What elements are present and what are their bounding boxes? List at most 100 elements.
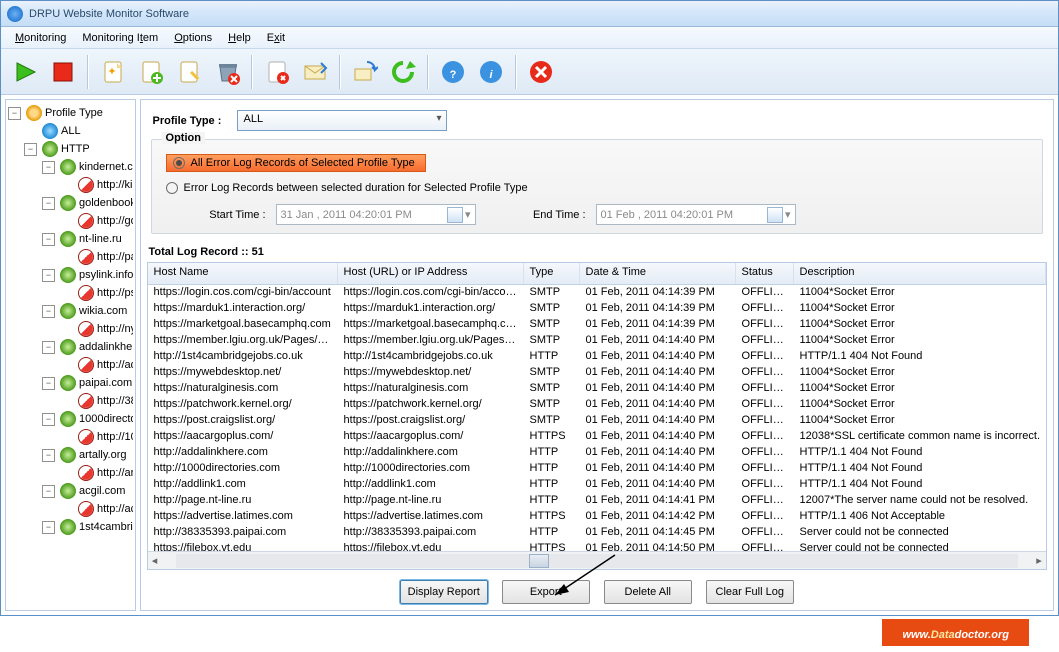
ico-url-icon	[78, 357, 94, 373]
expand-icon[interactable]: −	[42, 269, 55, 282]
start-time-input[interactable]: 31 Jan , 2011 04:20:01 PM▾	[276, 204, 476, 225]
refresh-button[interactable]	[387, 56, 419, 88]
table-row[interactable]: https://marduk1.interaction.org/https://…	[148, 301, 1046, 317]
col-type[interactable]: Type	[524, 263, 580, 284]
expand-icon[interactable]: −	[24, 143, 37, 156]
titlebar[interactable]: DRPU Website Monitor Software	[1, 1, 1058, 27]
tree-site-5[interactable]: −addalinkhere.com	[8, 338, 133, 356]
send-button[interactable]	[349, 56, 381, 88]
tree-root[interactable]: −Profile Type	[8, 104, 133, 122]
col-description[interactable]: Description	[794, 263, 1046, 284]
col-url[interactable]: Host (URL) or IP Address	[338, 263, 524, 284]
table-row[interactable]: https://post.craigslist.org/https://post…	[148, 413, 1046, 429]
stop-button[interactable]	[47, 56, 79, 88]
table-row[interactable]: https://filebox.vt.eduhttps://filebox.vt…	[148, 541, 1046, 551]
expand-icon[interactable]: −	[42, 485, 55, 498]
table-row[interactable]: https://marketgoal.basecamphq.comhttps:/…	[148, 317, 1046, 333]
menu-exit[interactable]: Exit	[259, 30, 293, 46]
mail-button[interactable]	[299, 56, 331, 88]
display-report-button[interactable]: Display Report	[400, 580, 488, 604]
radio-all-records[interactable]	[173, 157, 185, 169]
table-row[interactable]: https://mywebdesktop.net/https://mywebde…	[148, 365, 1046, 381]
tree-http[interactable]: −HTTP	[8, 140, 133, 158]
scroll-left-icon[interactable]: ◂	[148, 554, 162, 568]
tree-url-5[interactable]: http://addalink	[8, 356, 133, 374]
tree-url-4[interactable]: http://nyedres	[8, 320, 133, 338]
delete-item-button[interactable]	[211, 56, 243, 88]
menu-monitoring-item[interactable]: Monitoring Item	[74, 30, 166, 46]
expand-icon[interactable]: −	[42, 197, 55, 210]
new-item-button[interactable]: ✦	[97, 56, 129, 88]
tree-url-7[interactable]: http://1000dire	[8, 428, 133, 446]
radio-duration[interactable]	[166, 182, 178, 194]
tree-panel[interactable]: −Profile TypeALL−HTTP−kindernet.co.ukhtt…	[5, 99, 136, 611]
tree-site-4[interactable]: −wikia.com	[8, 302, 133, 320]
clear-full-log-button[interactable]: Clear Full Log	[706, 580, 794, 604]
tree-url-3[interactable]: http://psylink.	[8, 284, 133, 302]
col-status[interactable]: Status	[736, 263, 794, 284]
tree-site-6[interactable]: −paipai.com	[8, 374, 133, 392]
add-item-button[interactable]	[135, 56, 167, 88]
delete-all-button[interactable]: Delete All	[604, 580, 692, 604]
tree-site-8[interactable]: −artally.org	[8, 446, 133, 464]
option-all-records[interactable]: All Error Log Records of Selected Profil…	[166, 154, 426, 172]
expand-icon[interactable]: −	[42, 233, 55, 246]
table-row[interactable]: https://advertise.latimes.comhttps://adv…	[148, 509, 1046, 525]
tree-site-2[interactable]: −nt-line.ru	[8, 230, 133, 248]
table-row[interactable]: http://addalinkhere.comhttp://addalinkhe…	[148, 445, 1046, 461]
expand-icon[interactable]: −	[42, 449, 55, 462]
table-row[interactable]: https://login.cos.com/cgi-bin/accounthtt…	[148, 285, 1046, 301]
edit-item-button[interactable]	[173, 56, 205, 88]
export-button[interactable]: Export	[502, 580, 590, 604]
menu-options[interactable]: Options	[166, 30, 220, 46]
scroll-thumb[interactable]	[529, 554, 549, 568]
expand-icon[interactable]: −	[42, 341, 55, 354]
info-button[interactable]: i	[475, 56, 507, 88]
expand-icon[interactable]: −	[42, 305, 55, 318]
menu-monitoring[interactable]: Monitoring	[7, 30, 74, 46]
play-button[interactable]	[9, 56, 41, 88]
tree-url-6[interactable]: http://3833539	[8, 392, 133, 410]
menu-help[interactable]: Help	[220, 30, 259, 46]
end-time-input[interactable]: 01 Feb , 2011 04:20:01 PM▾	[596, 204, 796, 225]
tree-url-8[interactable]: http://artally.c	[8, 464, 133, 482]
tree-site-10[interactable]: −1st4cambridgejobs	[8, 518, 133, 536]
total-log-record: Total Log Record :: 51	[149, 246, 1047, 258]
grid-hscroll[interactable]: ◂ ▸	[148, 551, 1046, 569]
table-row[interactable]: https://patchwork.kernel.org/https://pat…	[148, 397, 1046, 413]
ico-site-icon	[60, 411, 76, 427]
table-row[interactable]: http://1000directories.comhttp://1000dir…	[148, 461, 1046, 477]
table-row[interactable]: http://38335393.paipai.comhttp://3833539…	[148, 525, 1046, 541]
tree-site-7[interactable]: −1000directories.com	[8, 410, 133, 428]
table-row[interactable]: https://member.lgiu.org.uk/Pages/defa...…	[148, 333, 1046, 349]
expand-icon[interactable]: −	[42, 161, 55, 174]
table-row[interactable]: http://page.nt-line.ruhttp://page.nt-lin…	[148, 493, 1046, 509]
tree-site-3[interactable]: −psylink.info	[8, 266, 133, 284]
tree-all[interactable]: ALL	[8, 122, 133, 140]
scroll-right-icon[interactable]: ▸	[1032, 554, 1046, 568]
tree-url-2[interactable]: http://page.nt-	[8, 248, 133, 266]
profile-type-combo[interactable]: ALL	[237, 110, 447, 131]
tree-url-0[interactable]: http://kinderne	[8, 176, 133, 194]
close-button[interactable]	[525, 56, 557, 88]
table-row[interactable]: http://1st4cambridgejobs.co.ukhttp://1st…	[148, 349, 1046, 365]
expand-icon[interactable]: −	[42, 521, 55, 534]
expand-icon[interactable]: −	[42, 413, 55, 426]
expand-icon[interactable]: −	[42, 377, 55, 390]
calendar-icon[interactable]	[447, 207, 463, 223]
ico-url-icon	[78, 177, 94, 193]
table-row[interactable]: https://naturalginesis.comhttps://natura…	[148, 381, 1046, 397]
expand-icon[interactable]: −	[8, 107, 21, 120]
tree-url-1[interactable]: http://goldenb	[8, 212, 133, 230]
calendar-icon[interactable]	[767, 207, 783, 223]
tree-site-9[interactable]: −acgil.com	[8, 482, 133, 500]
tree-site-0[interactable]: −kindernet.co.uk	[8, 158, 133, 176]
col-host[interactable]: Host Name	[148, 263, 338, 284]
clear-log-button[interactable]	[261, 56, 293, 88]
col-datetime[interactable]: Date & Time	[580, 263, 736, 284]
table-row[interactable]: https://aacargoplus.com/https://aacargop…	[148, 429, 1046, 445]
tree-url-9[interactable]: http://acgil.co	[8, 500, 133, 518]
tree-site-1[interactable]: −goldenbookmarks.c	[8, 194, 133, 212]
help-button[interactable]: ?	[437, 56, 469, 88]
table-row[interactable]: http://addlink1.comhttp://addlink1.comHT…	[148, 477, 1046, 493]
